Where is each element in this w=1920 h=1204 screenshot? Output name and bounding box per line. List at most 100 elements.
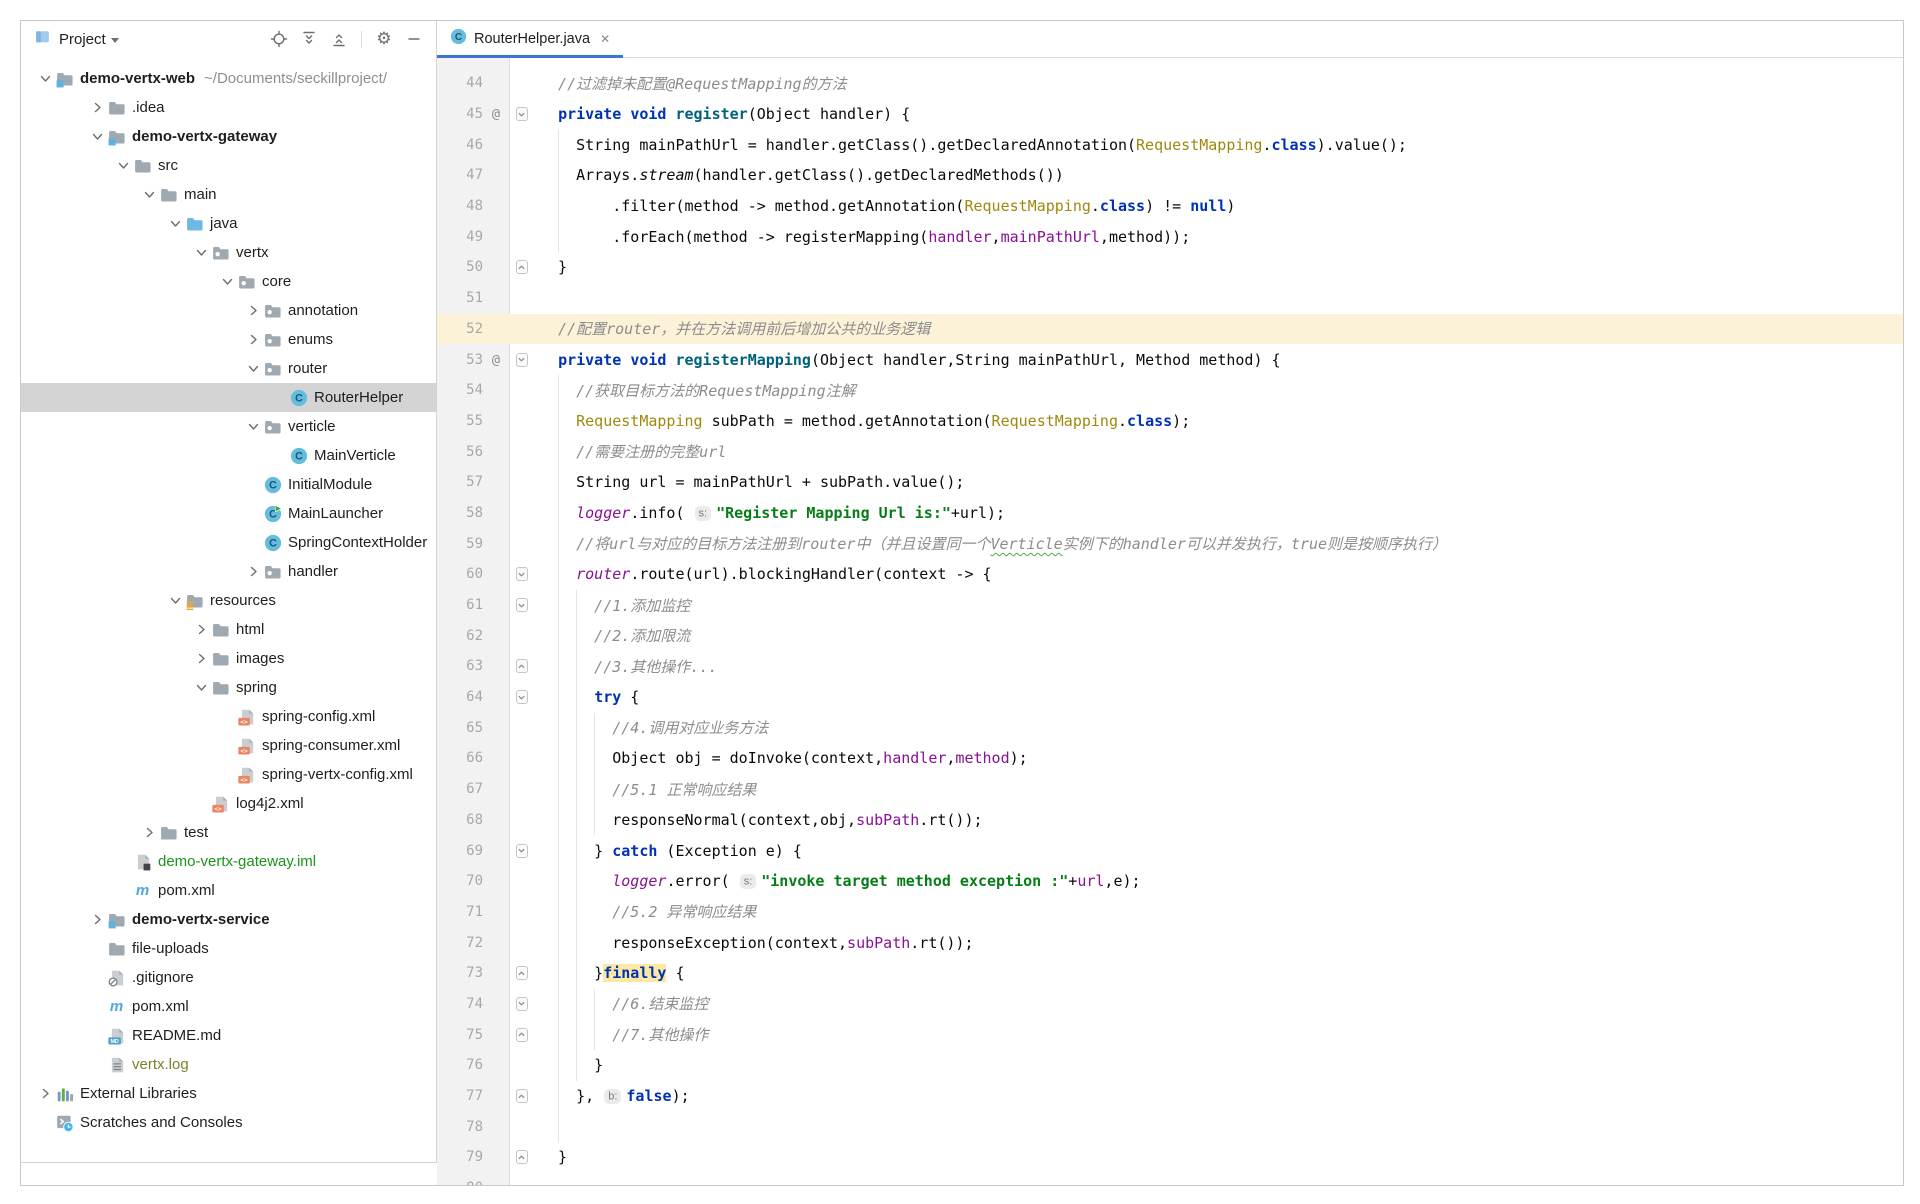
code-line-61[interactable]: 61 //1.添加监控 — [437, 590, 1903, 621]
code-line-text[interactable]: Object obj = doInvoke(context,handler,me… — [534, 749, 1028, 767]
tree-row--gitignore[interactable]: .gitignore — [21, 963, 436, 992]
code-line-text[interactable]: //需要注册的完整url — [534, 441, 726, 462]
code-line-69[interactable]: 69 } catch (Exception e) { — [437, 835, 1903, 866]
tree-row-java[interactable]: java — [21, 209, 436, 238]
tree-row-html[interactable]: html — [21, 615, 436, 644]
code-line-74[interactable]: 74 //6.结束监控 — [437, 989, 1903, 1020]
hide-icon[interactable] — [402, 27, 426, 51]
code-line-text[interactable]: //配置router，并在方法调用前后增加公共的业务逻辑 — [534, 318, 930, 339]
chevron-down-icon[interactable] — [166, 593, 184, 608]
tree-row-external-libraries[interactable]: External Libraries — [21, 1079, 436, 1108]
code-line-70[interactable]: 70 logger.error( s:"invoke target method… — [437, 866, 1903, 897]
line-number[interactable]: 62 — [437, 628, 483, 644]
chevron-down-icon[interactable] — [111, 38, 119, 43]
fold-region-start-icon[interactable] — [516, 567, 528, 581]
line-number[interactable]: 56 — [437, 444, 483, 460]
tree-row-demo-vertx-web[interactable]: demo-vertx-web~/Documents/seckillproject… — [21, 64, 436, 93]
code-line-62[interactable]: 62 //2.添加限流 — [437, 620, 1903, 651]
line-number[interactable]: 66 — [437, 750, 483, 766]
tree-row-springcontextholder[interactable]: CSpringContextHolder — [21, 528, 436, 557]
code-line-text[interactable]: private void register(Object handler) { — [534, 105, 910, 123]
fold-region-start-icon[interactable] — [516, 598, 528, 612]
tree-row-mainverticle[interactable]: CMainVerticle — [21, 441, 436, 470]
chevron-down-icon[interactable] — [166, 216, 184, 231]
chevron-right-icon[interactable] — [140, 825, 158, 840]
line-number[interactable]: 64 — [437, 689, 483, 705]
tree-row-spring[interactable]: spring — [21, 673, 436, 702]
fold-region-start-icon[interactable] — [516, 107, 528, 121]
code-line-text[interactable]: } catch (Exception e) { — [534, 842, 802, 860]
code-line-text[interactable]: //1.添加监控 — [534, 595, 690, 616]
code-line-text[interactable]: //3.其他操作... — [534, 656, 717, 677]
line-number[interactable]: 78 — [437, 1119, 483, 1135]
line-number[interactable]: 71 — [437, 904, 483, 920]
chevron-down-icon[interactable] — [244, 419, 262, 434]
chevron-down-icon[interactable] — [192, 680, 210, 695]
fold-region-start-icon[interactable] — [516, 997, 528, 1011]
code-line-80[interactable]: 80 — [437, 1173, 1903, 1185]
chevron-right-icon[interactable] — [244, 564, 262, 579]
line-number[interactable]: 69 — [437, 843, 483, 859]
code-line-text[interactable]: .filter(method -> method.getAnnotation(R… — [534, 197, 1235, 215]
chevron-down-icon[interactable] — [140, 187, 158, 202]
code-line-51[interactable]: 51 — [437, 283, 1903, 314]
chevron-down-icon[interactable] — [36, 71, 54, 86]
line-number[interactable]: 74 — [437, 996, 483, 1012]
expand-all-icon[interactable] — [297, 27, 321, 51]
code-line-text[interactable]: responseNormal(context,obj,subPath.rt())… — [534, 811, 983, 829]
tree-row-routerhelper[interactable]: CRouterHelper — [21, 383, 436, 412]
line-number[interactable]: 55 — [437, 413, 483, 429]
chevron-right-icon[interactable] — [36, 1086, 54, 1101]
line-number[interactable]: 50 — [437, 259, 483, 275]
close-icon[interactable]: ✕ — [600, 32, 610, 46]
code-line-text[interactable]: private void registerMapping(Object hand… — [534, 351, 1281, 369]
code-line-66[interactable]: 66 Object obj = doInvoke(context,handler… — [437, 743, 1903, 774]
fold-region-end-icon[interactable] — [516, 260, 528, 274]
tree-row-initialmodule[interactable]: CInitialModule — [21, 470, 436, 499]
chevron-right-icon[interactable] — [192, 622, 210, 637]
code-line-49[interactable]: 49 .forEach(method -> registerMapping(ha… — [437, 221, 1903, 252]
code-line-72[interactable]: 72 responseException(context,subPath.rt(… — [437, 927, 1903, 958]
tree-row-core[interactable]: core — [21, 267, 436, 296]
fold-region-end-icon[interactable] — [516, 1150, 528, 1164]
fold-region-start-icon[interactable] — [516, 353, 528, 367]
line-number[interactable]: 79 — [437, 1149, 483, 1165]
chevron-right-icon[interactable] — [244, 303, 262, 318]
code-line-54[interactable]: 54 //获取目标方法的RequestMapping注解 — [437, 375, 1903, 406]
code-line-48[interactable]: 48 .filter(method -> method.getAnnotatio… — [437, 191, 1903, 222]
chevron-down-icon[interactable] — [218, 274, 236, 289]
fold-region-start-icon[interactable] — [516, 844, 528, 858]
locate-icon[interactable] — [267, 27, 291, 51]
code-line-57[interactable]: 57 String url = mainPathUrl + subPath.va… — [437, 467, 1903, 498]
fold-region-end-icon[interactable] — [516, 659, 528, 673]
code-line-text[interactable]: //5.2 异常响应结果 — [534, 901, 756, 922]
code-line-text[interactable]: }finally { — [534, 964, 685, 982]
code-line-60[interactable]: 60 router.route(url).blockingHandler(con… — [437, 559, 1903, 590]
code-line-56[interactable]: 56 //需要注册的完整url — [437, 436, 1903, 467]
line-number[interactable]: 75 — [437, 1027, 483, 1043]
line-number[interactable]: 54 — [437, 382, 483, 398]
code-line-63[interactable]: 63 //3.其他操作... — [437, 651, 1903, 682]
code-line-text[interactable]: .forEach(method -> registerMapping(handl… — [534, 228, 1190, 246]
code-line-text[interactable]: //过滤掉未配置@RequestMapping的方法 — [534, 73, 847, 94]
tree-row-test[interactable]: test — [21, 818, 436, 847]
tree-row-log4j2-xml[interactable]: <>log4j2.xml — [21, 789, 436, 818]
line-number[interactable]: 51 — [437, 290, 483, 306]
code-line-text[interactable]: //4.调用对应业务方法 — [534, 717, 768, 738]
code-line-79[interactable]: 79 } — [437, 1142, 1903, 1173]
code-line-58[interactable]: 58 logger.info( s:"Register Mapping Url … — [437, 498, 1903, 529]
tree-row-resources[interactable]: resources — [21, 586, 436, 615]
code-line-65[interactable]: 65 //4.调用对应业务方法 — [437, 712, 1903, 743]
tree-row-pom-xml[interactable]: mpom.xml — [21, 992, 436, 1021]
line-number[interactable]: 60 — [437, 566, 483, 582]
code-line-77[interactable]: 77 }, b:false); — [437, 1081, 1903, 1112]
chevron-right-icon[interactable] — [88, 912, 106, 927]
fold-region-end-icon[interactable] — [516, 966, 528, 980]
line-number[interactable]: 67 — [437, 781, 483, 797]
line-number[interactable]: 44 — [437, 75, 483, 91]
line-number[interactable]: 59 — [437, 536, 483, 552]
collapse-all-icon[interactable] — [327, 27, 351, 51]
chevron-down-icon[interactable] — [192, 245, 210, 260]
line-number[interactable]: 73 — [437, 965, 483, 981]
code-line-45[interactable]: 45@ private void register(Object handler… — [437, 99, 1903, 130]
